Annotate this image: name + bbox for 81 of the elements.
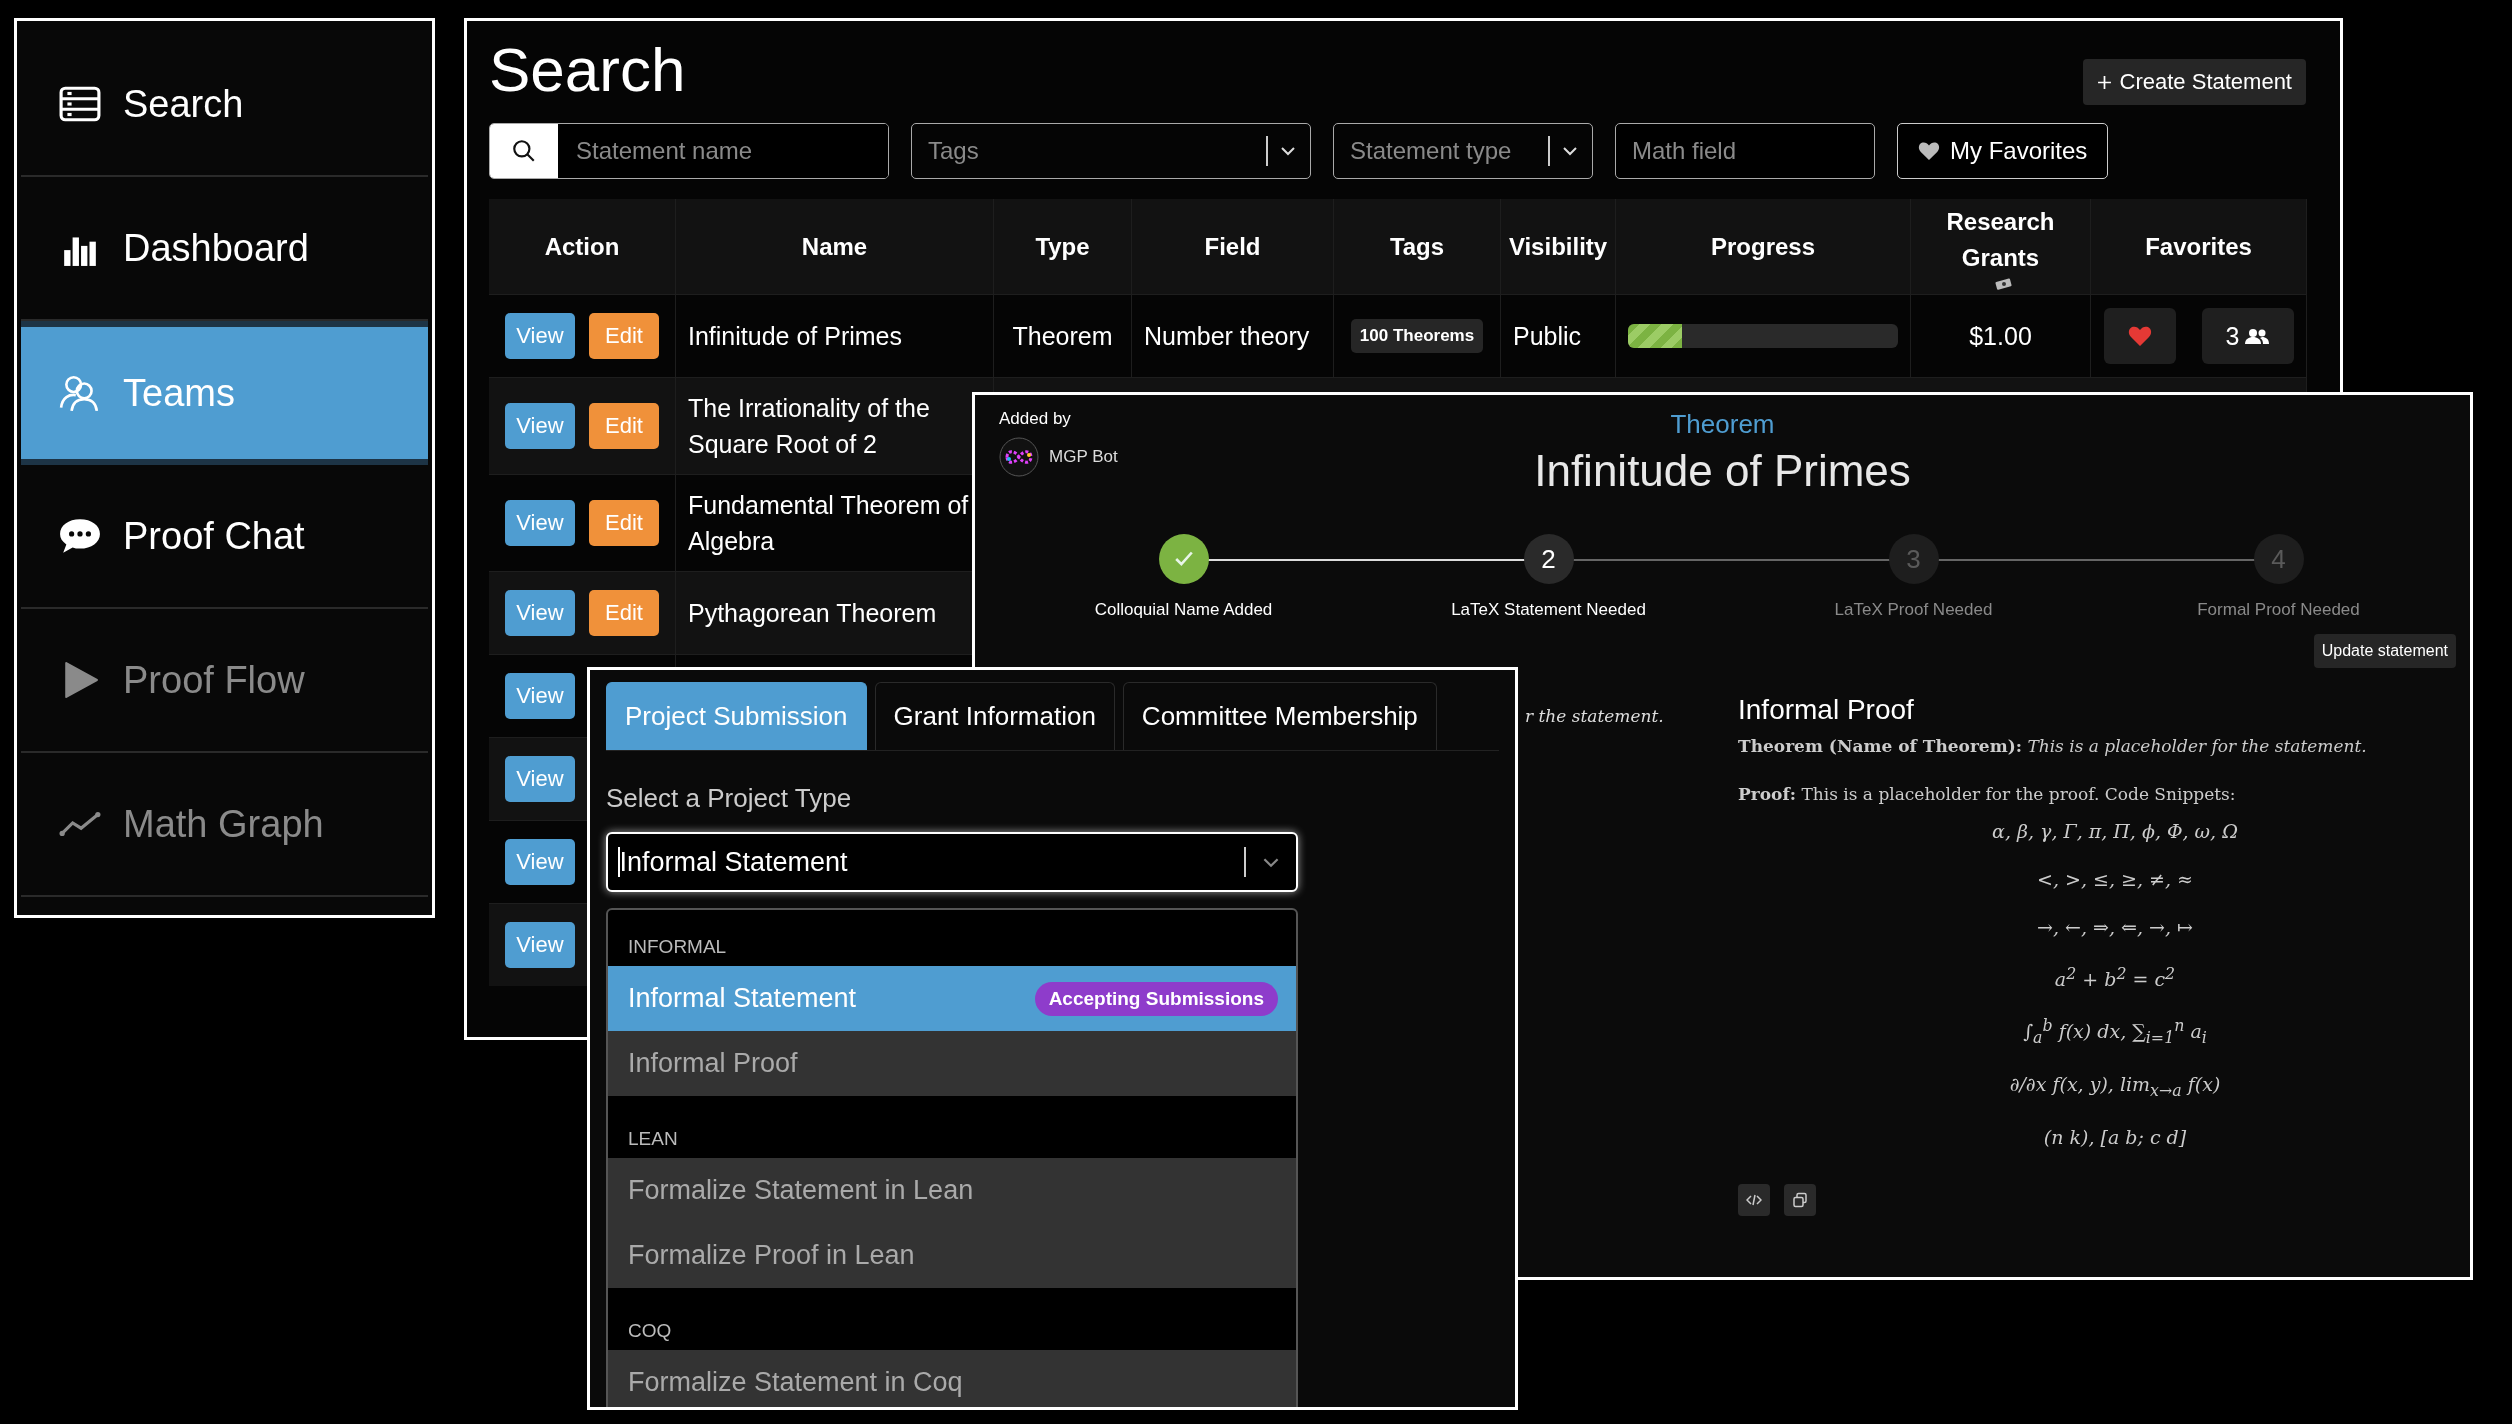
step-marker: 2 (1523, 534, 1574, 584)
heart-icon (1918, 141, 1940, 161)
chevron-down-icon (1562, 146, 1578, 156)
table-cell-text: Number theory (1144, 320, 1310, 352)
plus-icon (2096, 74, 2112, 90)
field-label: Select a Project Type (606, 783, 853, 814)
tag-chip: 100 Theorems (1350, 318, 1484, 354)
math-formula: a$^{2}$ + b$^{2}$ = c$^{2}$ (2054, 964, 2176, 991)
search-icon (511, 138, 537, 164)
copy-button[interactable] (1784, 1184, 1816, 1217)
dropdown-option[interactable]: Formalize Statement in Lean (608, 1158, 1296, 1223)
chevron-down-icon (1262, 856, 1280, 868)
code-button[interactable] (1738, 1184, 1770, 1217)
group-label: COQ (628, 1320, 672, 1342)
search-field[interactable]: Statement name (489, 123, 889, 179)
step-marker: 4 (2253, 534, 2304, 584)
status-badge: Accepting Submissions (1034, 981, 1278, 1016)
followers-button[interactable]: 3 (2201, 308, 2294, 364)
proof-text: Proof: This is a placeholder for the proof. Code Snippets: (1738, 784, 2237, 804)
favorite-button[interactable] (2103, 308, 2176, 364)
table-cell-text: Infinitude of Primes (688, 320, 902, 352)
math-formula: (n k), [a b; c d] (2043, 1126, 2187, 1149)
page-title: Search (489, 33, 686, 105)
view-button[interactable]: View (505, 922, 575, 968)
group-label: INFORMAL (628, 936, 727, 958)
table-cell-text: Theorem (1012, 320, 1113, 352)
table-cell-text: Fundamental Theorem of Algebra (688, 489, 970, 557)
chevron-down-icon (1280, 146, 1296, 156)
statement-kind-label: Theorem (1670, 409, 1775, 440)
dropdown-option[interactable]: Formalize Proof in Lean (608, 1223, 1296, 1288)
table-cell-text: The Irrationality of the Square Root of 2 (688, 392, 931, 460)
statement-type-select[interactable]: Statement type (1333, 123, 1593, 179)
sidebar-item[interactable]: Teams (21, 321, 428, 465)
people-icon (2245, 328, 2270, 344)
step-label: LaTeX Statement Needed (1451, 600, 1646, 620)
list-icon (59, 85, 101, 123)
view-button[interactable]: View (505, 590, 575, 636)
math-formula: α, β, γ, Γ, π, Π, ϕ, Φ, ω, Ω (1992, 820, 2238, 842)
dropdown-option[interactable]: Informal Statement Accepting Submissions (608, 966, 1296, 1031)
view-button[interactable]: View (505, 313, 575, 359)
create-statement-button[interactable]: Create Statement (2082, 59, 2306, 105)
tags-select[interactable]: Tags (911, 123, 1311, 179)
table-cell-text: $1.00 (1969, 320, 2032, 352)
project-type-select[interactable]: Informal Statement (606, 832, 1298, 892)
statement-title: Infinitude of Primes (1534, 446, 1911, 496)
math-formula: <, >, ≤, ≥, ≠, ≈ (2037, 868, 2193, 890)
view-button[interactable]: View (505, 839, 575, 885)
math-formula: →, ←, ⇒, ⇐, →, ↦ (2037, 916, 2193, 938)
step-label: Colloquial Name Added (1094, 600, 1273, 620)
math-formula: ∫$_{a}$$^{b}$ f(x) dx, ∑$_{i=1}$$^{n}$ a$_{i}$ (2023, 1016, 2207, 1048)
my-favorites-button[interactable]: My Favorites (1897, 123, 2109, 179)
step-marker: 3 (1888, 534, 1939, 584)
section-title: Informal Proof (1738, 694, 1915, 726)
math-field-input[interactable]: Math field (1615, 123, 1875, 179)
view-button[interactable]: View (505, 403, 575, 449)
group-label: LEAN (628, 1128, 678, 1150)
sidebar-item[interactable]: Proof Chat (21, 465, 428, 609)
tab[interactable]: Committee Membership (1122, 682, 1437, 750)
statement-text-fragment: r the statement. (1525, 706, 1664, 726)
author-name: MGP Bot (1049, 447, 1118, 467)
heart-icon (2127, 325, 2152, 347)
view-button[interactable]: View (505, 500, 575, 546)
tab[interactable]: Grant Information (874, 682, 1115, 750)
infinity-logo-icon (999, 437, 1039, 477)
view-button[interactable]: View (505, 673, 575, 719)
people-icon (59, 374, 101, 412)
copy-icon (1792, 1192, 1808, 1209)
update-statement-button[interactable]: Update statement (2313, 634, 2456, 668)
view-button[interactable]: View (505, 756, 575, 802)
dropdown-option[interactable]: Formalize Statement in Coq (608, 1350, 1296, 1407)
step-label: LaTeX Proof Needed (1834, 600, 1993, 620)
math-formula: ∂/∂x f(x, y), lim$_{x→a}$ f(x) (2009, 1073, 2221, 1101)
sidebar-item[interactable]: Search (21, 33, 428, 177)
table-cell-text: Pythagorean Theorem (688, 597, 937, 629)
tab[interactable]: Project Submission (606, 682, 867, 750)
table-cell-text: Public (1513, 320, 1582, 352)
chat-icon (59, 517, 101, 555)
theorem-text: Theorem (Name of Theorem): This is a placeholder for the statement. (1738, 736, 2368, 756)
dropdown-option[interactable]: Informal Proof (608, 1031, 1296, 1096)
added-by-label: Added by (999, 409, 1072, 429)
step-label: Formal Proof Needed (2197, 600, 2360, 620)
